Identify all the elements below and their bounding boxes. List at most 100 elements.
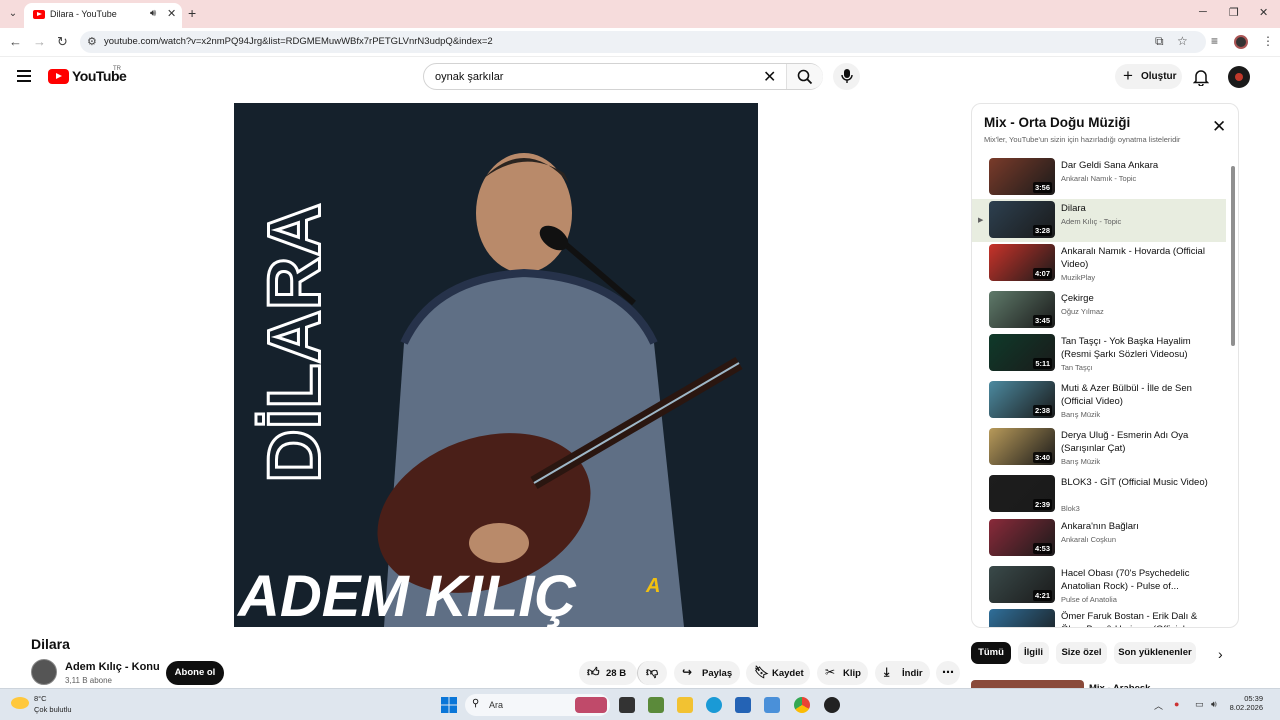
clear-search-icon[interactable]: ✕ [763, 67, 776, 87]
browser-tab[interactable]: Dilara - YouTube 🔊︎ ✕ [24, 3, 182, 28]
playlist-item-title[interactable]: Ankara'nın Bağları [1061, 520, 1211, 533]
browser-profile-avatar[interactable] [1234, 35, 1248, 49]
playlist-item[interactable]: 3:40 Derya Uluğ - Esmerin Adı Oya (Sarışı… [972, 426, 1226, 469]
speaker-icon[interactable]: 🔊︎ [150, 8, 156, 19]
store-icon[interactable] [735, 697, 751, 713]
file-explorer-icon[interactable] [677, 697, 693, 713]
playlist-item-thumbnail[interactable]: 2:38 [989, 381, 1055, 418]
media-control-icon[interactable]: ≡ [1211, 34, 1218, 48]
site-info-icon[interactable]: ⚙ [87, 35, 97, 48]
playlist-item-thumbnail[interactable]: 3:28 [989, 201, 1055, 238]
taskbar-search[interactable]: ⚲ Ara [465, 694, 610, 716]
account-avatar[interactable] [1228, 66, 1250, 88]
chip-related[interactable]: İlgili [1018, 642, 1049, 664]
playlist-item-title[interactable]: Derya Uluğ - Esmerin Adı Oya (Sarışınlar… [1061, 429, 1211, 455]
install-app-icon[interactable]: ⧉ [1155, 34, 1164, 49]
playlist-item-thumbnail[interactable]: 4:07 [989, 244, 1055, 281]
weather-icon[interactable] [11, 697, 29, 709]
channel-avatar[interactable] [31, 659, 57, 685]
clip-button[interactable]: ✂ Klip [817, 661, 868, 685]
playlist-item[interactable]: 2:39 BLOK3 - GİT (Official Music Video) Bl… [972, 473, 1226, 516]
playlist-close-icon[interactable]: ✕ [1212, 117, 1226, 137]
playlist-item-thumbnail[interactable]: 4:21 [989, 566, 1055, 603]
forward-button[interactable]: → [33, 34, 46, 49]
tray-chevron-icon[interactable]: ︿ [1154, 699, 1163, 712]
chip-all[interactable]: Tümü [971, 642, 1011, 664]
guide-menu-icon[interactable] [17, 70, 31, 82]
playlist-item-title[interactable]: Tan Taşçı - Yok Başka Hayalim (Resmi Şar… [1061, 335, 1211, 361]
playlist-item-title[interactable]: Dar Geldi Sana Ankara [1061, 159, 1211, 172]
network-icon[interactable]: ▭ [1195, 699, 1204, 710]
playlist-item[interactable]: 4:07 Ankaralı Namık - Hovarda (Official V… [972, 242, 1226, 285]
playlist-item-thumbnail[interactable] [989, 609, 1055, 627]
search-button[interactable] [786, 64, 823, 89]
playlist-item[interactable]: 3:56 Dar Geldi Sana Ankara Ankaralı Namık … [972, 156, 1226, 199]
save-button[interactable]: 🔖︎ Kaydet [746, 661, 810, 685]
playlist-item[interactable]: 4:21 Hacel Obası (70's Psychedelic Anatol… [972, 564, 1226, 607]
playlist-item-thumbnail[interactable]: 3:40 [989, 428, 1055, 465]
reload-button[interactable]: ↻ [57, 34, 68, 50]
volume-icon[interactable]: 🔊︎ [1211, 699, 1217, 710]
maximize-button[interactable]: ❐ [1229, 6, 1239, 19]
search-input[interactable]: oynak şarkılar [435, 71, 503, 83]
voice-search-button[interactable] [833, 63, 860, 90]
playlist-item-title[interactable]: Ankaralı Namık - Hovarda (Official Video… [1061, 245, 1211, 271]
chip-for-you[interactable]: Size özel [1056, 642, 1107, 664]
youtube-favicon-icon [33, 10, 45, 19]
playlist-title[interactable]: Mix - Orta Doğu Müziği [984, 115, 1130, 130]
clock[interactable]: 05:39 8.02.2026 [1223, 694, 1263, 712]
search-box[interactable]: oynak şarkılar ✕ [423, 63, 823, 90]
tab-close-icon[interactable]: ✕ [167, 7, 176, 20]
new-tab-button[interactable]: + [188, 5, 196, 21]
dislike-button[interactable]: 👎︎ [637, 661, 667, 685]
like-button[interactable]: 👍︎ 28 B [579, 661, 637, 685]
playlist-item-thumbnail[interactable]: 2:39 [989, 475, 1055, 512]
url-text[interactable]: youtube.com/watch?v=x2nmPQ94Jrg&list=RDG… [104, 36, 493, 47]
playlist-item-thumbnail[interactable]: 3:45 [989, 291, 1055, 328]
minimize-button[interactable]: ─ [1199, 6, 1207, 18]
back-button[interactable]: ← [9, 34, 22, 49]
subscribe-button[interactable]: Abone ol [166, 661, 224, 685]
playlist-item-thumbnail[interactable]: 4:53 [989, 519, 1055, 556]
playlist-item-title[interactable]: Çekirge [1061, 292, 1211, 305]
playlist-item-title[interactable]: Ömer Faruk Bostan - Erik Dalı & Ölem Ben… [1061, 610, 1211, 627]
create-button[interactable]: + Oluştur [1115, 64, 1182, 89]
photos-app-icon[interactable] [764, 697, 780, 713]
browser-menu-icon[interactable]: ⋮ [1262, 34, 1274, 48]
playlist-item[interactable]: ▶ 3:28 Dilara Adem Kılıç - Topic [972, 199, 1226, 242]
chip-recent[interactable]: Son yüklenenler [1114, 642, 1196, 664]
playlist-item[interactable]: 5:11 Tan Taşçı - Yok Başka Hayalim (Resmi… [972, 332, 1226, 375]
edge-browser-icon[interactable] [706, 697, 722, 713]
widgets-app-icon[interactable] [648, 697, 664, 713]
window-close-button[interactable]: ✕ [1259, 6, 1268, 19]
chips-next-chevron-icon[interactable]: › [1218, 646, 1223, 662]
playlist-item[interactable]: 4:53 Ankara'nın Bağları Ankaralı Coşkun [972, 517, 1226, 560]
playlist-scrollbar[interactable] [1231, 166, 1235, 346]
playlist-item-thumbnail[interactable]: 5:11 [989, 334, 1055, 371]
playlist-item[interactable]: 3:45 Çekirge Oğuz Yılmaz [972, 289, 1226, 332]
share-button[interactable]: ↪ Paylaş [674, 661, 740, 685]
weather-temp[interactable]: 8°C [34, 694, 47, 703]
tray-app-icon[interactable]: ● [1174, 699, 1179, 709]
chrome-browser-icon[interactable] [794, 697, 810, 713]
playlist-item[interactable]: Ömer Faruk Bostan - Erik Dalı & Ölem Ben… [972, 607, 1226, 627]
tab-search-chevron-icon[interactable]: ⌄ [5, 6, 21, 22]
video-player[interactable]: DİLARA ADEM KILIÇ A [234, 103, 758, 627]
more-actions-button[interactable]: ⋯ [936, 661, 960, 685]
playlist-item-title[interactable]: BLOK3 - GİT (Official Music Video) [1061, 476, 1211, 489]
playlist-item-title[interactable]: Muti & Azer Bülbül - İlle de Sen (Offici… [1061, 382, 1211, 408]
steam-app-icon[interactable] [824, 697, 840, 713]
download-button[interactable]: ⤓ İndir [875, 661, 930, 685]
bookmark-star-icon[interactable]: ☆ [1177, 34, 1188, 48]
task-view-icon[interactable] [619, 697, 635, 713]
playlist-item-title[interactable]: Hacel Obası (70's Psychedelic Anatolian … [1061, 567, 1211, 593]
playlist-item-thumbnail[interactable]: 3:56 [989, 158, 1055, 195]
weather-desc[interactable]: Çok bulutlu [34, 705, 72, 714]
channel-name[interactable]: Adem Kılıç - Konu [65, 661, 160, 673]
playlist-item[interactable]: 2:38 Muti & Azer Bülbül - İlle de Sen (Of… [972, 379, 1226, 422]
notifications-button[interactable] [1192, 68, 1210, 91]
youtube-logo-icon[interactable] [48, 69, 69, 84]
omnibox[interactable]: ⚙ youtube.com/watch?v=x2nmPQ94Jrg&list=R… [80, 31, 1206, 53]
windows-start-icon[interactable] [441, 697, 457, 713]
playlist-item-title[interactable]: Dilara [1061, 202, 1211, 215]
